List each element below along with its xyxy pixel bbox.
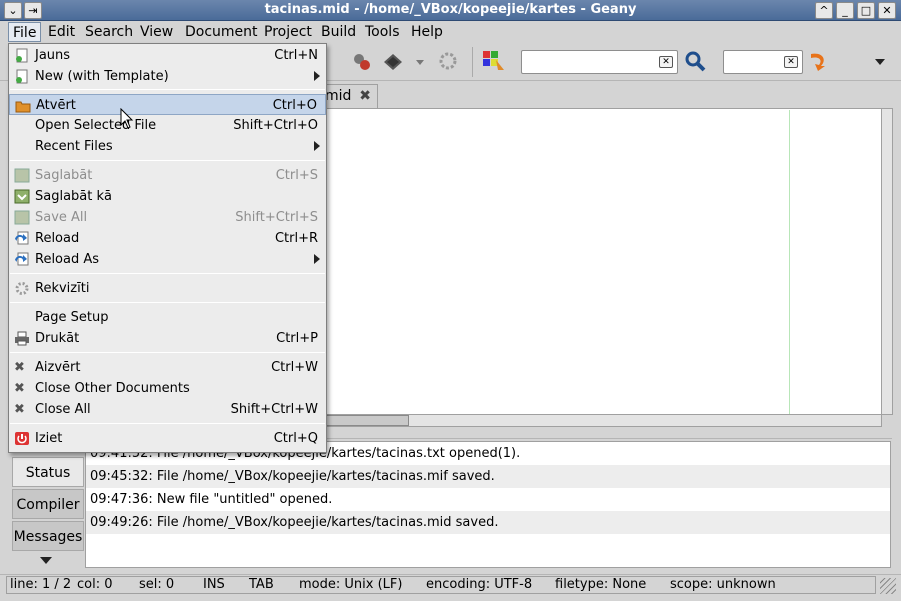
menu-separator [10, 352, 325, 353]
menu-item-reload[interactable]: Reload Ctrl+R [9, 228, 326, 249]
list-item: 09:49:26: File /home/_VBox/kopeejie/kart… [86, 511, 890, 534]
menubar: File Edit Search View Document Project B… [0, 21, 901, 43]
menu-item-open-selected[interactable]: Open Selected File Shift+Ctrl+O [9, 115, 326, 136]
status-tab: TAB [249, 577, 274, 592]
maximize-button[interactable]: □ [857, 2, 875, 19]
execute-gear-icon[interactable] [436, 50, 460, 72]
tabs-scroll-down-icon[interactable] [40, 557, 52, 564]
tab-label: mid [325, 88, 352, 104]
menu-item-close[interactable]: ✖ Aizvērt Ctrl+W [9, 357, 326, 378]
menu-item-properties[interactable]: Rekvizīti [9, 278, 326, 299]
roll-up-icon[interactable]: ^ [815, 2, 833, 19]
save-as-icon [14, 189, 30, 204]
status-mode: mode: Unix (LF) [299, 577, 403, 592]
reload-as-icon [15, 252, 29, 266]
horizontal-scroll-thumb[interactable] [320, 415, 409, 426]
quit-icon [15, 432, 29, 445]
menu-tools[interactable]: Tools [361, 22, 404, 42]
goto-line-icon[interactable] [807, 50, 831, 72]
close-button[interactable]: ✕ [878, 2, 896, 19]
menu-separator [10, 273, 325, 274]
status-col: col: 0 [77, 577, 113, 592]
menu-item-close-others[interactable]: ✖ Close Other Documents [9, 378, 326, 399]
menu-separator [10, 423, 325, 424]
compile-icon[interactable] [350, 50, 374, 72]
tab-tacinas-mid[interactable]: mid ✖ [318, 84, 378, 108]
list-item: 09:47:36: New file "untitled" opened. [90, 492, 333, 507]
status-line: line: 1 / 2 [10, 577, 72, 592]
tab-status[interactable]: Status [12, 457, 84, 487]
reload-icon [15, 231, 29, 245]
menu-item-save-as[interactable]: Saglabāt kā [9, 186, 326, 207]
menu-item-reload-as[interactable]: Reload As [9, 249, 326, 270]
menu-search[interactable]: Search [81, 22, 137, 42]
menu-item-recent-files[interactable]: Recent Files [9, 136, 326, 157]
menu-file[interactable]: File [8, 22, 42, 42]
close-all-icon: ✖ [14, 402, 25, 417]
clear-goto-icon[interactable]: ✕ [784, 56, 798, 68]
list-item: 09:45:32: File /home/_VBox/kopeejie/kart… [86, 465, 890, 488]
tab-messages[interactable]: Messages [12, 521, 84, 551]
menu-item-quit[interactable]: Iziet Ctrl+Q [9, 428, 326, 449]
editor-vertical-scrollbar[interactable] [881, 108, 893, 415]
long-line-marker [789, 110, 790, 414]
search-input[interactable]: ✕ [521, 50, 678, 74]
save-all-icon [14, 210, 30, 225]
submenu-arrow-icon [314, 71, 320, 81]
status-ins: INS [203, 577, 225, 592]
window-titlebar[interactable]: ⌄ ⇥ tacinas.mid - /home/_VBox/kopeejie/k… [0, 0, 901, 21]
build-dropdown-icon[interactable] [416, 60, 424, 65]
menu-build[interactable]: Build [317, 22, 360, 42]
menu-view[interactable]: View [136, 22, 177, 42]
color-chooser-icon[interactable] [482, 50, 506, 72]
mouse-cursor-icon [120, 108, 134, 129]
toolbar-overflow-icon[interactable] [875, 59, 885, 65]
search-icon[interactable] [683, 50, 707, 72]
status-encoding: encoding: UTF-8 [426, 577, 533, 592]
build-icon[interactable] [381, 50, 405, 72]
save-icon [14, 168, 30, 183]
minimize-button[interactable]: _ [836, 2, 854, 19]
menu-separator [10, 160, 325, 161]
menu-document[interactable]: Document [181, 22, 262, 42]
toolbar-separator [472, 47, 473, 77]
clear-search-icon[interactable]: ✕ [659, 56, 673, 68]
menu-item-new[interactable]: Jauns Ctrl+N [9, 45, 326, 66]
menu-item-new-with-template[interactable]: New (with Template) [9, 66, 326, 87]
menu-edit[interactable]: Edit [44, 22, 79, 42]
menu-item-print[interactable]: Drukāt Ctrl+P [9, 328, 326, 349]
goto-line-input[interactable]: ✕ [723, 50, 803, 74]
status-filetype: filetype: None [555, 577, 647, 592]
menu-item-open[interactable]: Atvērt Ctrl+O [9, 94, 326, 115]
menu-item-save-all: Save All Shift+Ctrl+S [9, 207, 326, 228]
menu-help[interactable]: Help [407, 22, 447, 42]
close-doc-icon: ✖ [14, 360, 25, 375]
status-scope: scope: unknown [670, 577, 776, 592]
new-template-icon [16, 69, 28, 84]
tab-compiler[interactable]: Compiler [12, 489, 84, 519]
menu-project[interactable]: Project [260, 22, 316, 42]
submenu-arrow-icon [314, 254, 320, 264]
close-others-icon: ✖ [14, 381, 25, 396]
open-folder-icon [15, 101, 31, 113]
menu-separator [10, 302, 325, 303]
properties-icon [15, 282, 29, 295]
submenu-arrow-icon [314, 141, 320, 151]
menu-item-close-all[interactable]: ✖ Close All Shift+Ctrl+W [9, 399, 326, 420]
resize-grip[interactable] [880, 578, 896, 594]
menu-item-page-setup[interactable]: Page Setup [9, 307, 326, 328]
new-file-icon [16, 48, 28, 63]
window-title: tacinas.mid - /home/_VBox/kopeejie/karte… [264, 2, 637, 17]
print-icon [15, 331, 29, 346]
close-tab-icon[interactable]: ✖ [359, 85, 371, 107]
menu-separator [10, 89, 325, 90]
status-sel: sel: 0 [139, 577, 175, 592]
menu-item-save: Saglabāt Ctrl+S [9, 165, 326, 186]
